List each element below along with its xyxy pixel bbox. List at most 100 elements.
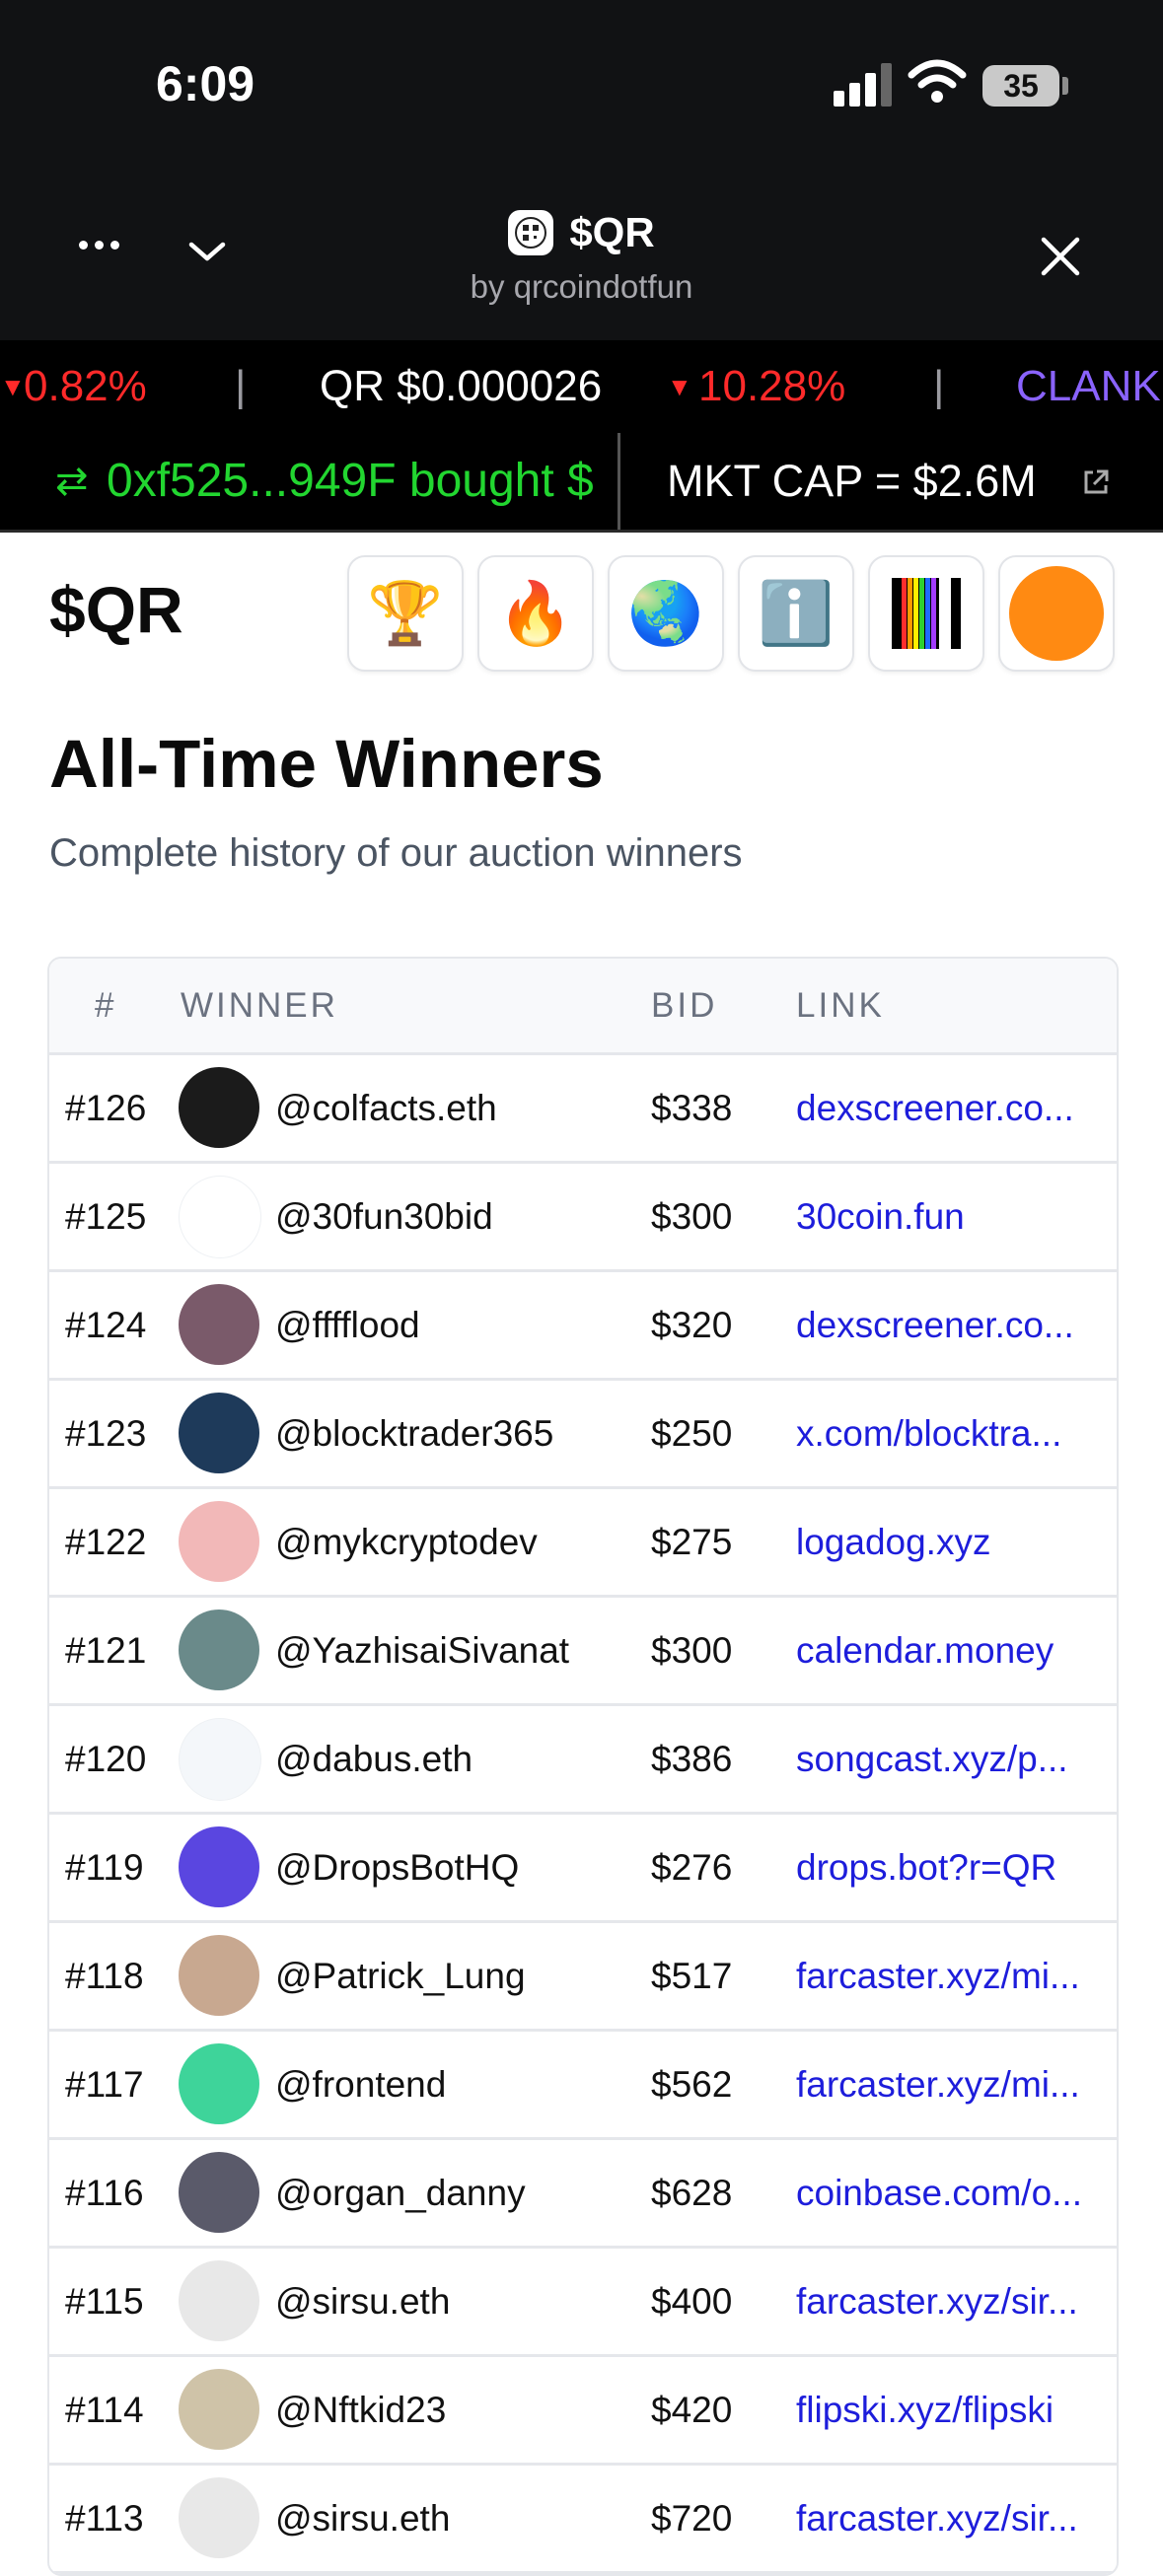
table-row[interactable]: #124 @fffflood $320 dexscreener.co... xyxy=(49,1272,1117,1381)
winner-link[interactable]: flipski.xyz/flipski xyxy=(796,2390,1054,2431)
bid-amount: $628 xyxy=(651,2173,733,2213)
fire-icon: 🔥 xyxy=(497,579,574,648)
winner-name[interactable]: @frontend xyxy=(275,2064,446,2106)
bid-amount: $338 xyxy=(651,1088,733,1128)
column-header-winner: WINNER xyxy=(181,986,338,1025)
winner-name[interactable]: @Patrick_Lung xyxy=(275,1956,526,1997)
winner-link[interactable]: farcaster.xyz/sir... xyxy=(796,2498,1078,2540)
avatar[interactable] xyxy=(179,1935,259,2016)
color-bars-button[interactable] xyxy=(868,555,984,672)
trade-feed: ⇄ 0xf525...949F bought $ MKT CAP = $2.6M xyxy=(0,433,1163,533)
winner-link[interactable]: dexscreener.co... xyxy=(796,1305,1074,1346)
avatar[interactable] xyxy=(179,1501,259,1582)
avatar[interactable] xyxy=(179,2369,259,2450)
table-body: #126 @colfacts.eth $338 dexscreener.co... #1… xyxy=(49,1055,1117,2574)
winner-link[interactable]: farcaster.xyz/mi... xyxy=(796,1956,1080,1997)
winner-name[interactable]: @30fun30bid xyxy=(275,1196,493,1238)
winner-name[interactable]: @colfacts.eth xyxy=(275,1088,497,1129)
globe-icon: 🌏 xyxy=(627,579,704,648)
winner-name[interactable]: @Nftkid23 xyxy=(275,2390,446,2431)
winner-name[interactable]: @fffflood xyxy=(275,1305,420,1346)
bid-amount: $386 xyxy=(651,1739,733,1779)
row-number: #115 xyxy=(65,2281,144,2322)
winner-name[interactable]: @organ_danny xyxy=(275,2173,526,2214)
winner-name[interactable]: @DropsBotHQ xyxy=(275,1847,519,1889)
trophy-button[interactable]: 🏆 xyxy=(347,555,464,672)
app-title-wrap: $QR xyxy=(0,209,1163,256)
winner-link[interactable]: farcaster.xyz/sir... xyxy=(796,2281,1078,2323)
avatar[interactable] xyxy=(179,1826,259,1907)
table-row[interactable]: #119 @DropsBotHQ $276 drops.bot?r=QR xyxy=(49,1815,1117,1923)
table-row[interactable]: #121 @YazhisaiSivanat $300 calendar.money xyxy=(49,1598,1117,1706)
top-bar: 6:09 35 $QR by qrcoindotfun xyxy=(0,0,1163,340)
table-row[interactable]: #122 @mykcryptodev $275 logadog.xyz xyxy=(49,1489,1117,1598)
bid-amount: $562 xyxy=(651,2064,733,2105)
fire-button[interactable]: 🔥 xyxy=(477,555,594,672)
table-row[interactable]: #118 @Patrick_Lung $517 farcaster.xyz/mi... xyxy=(49,1923,1117,2032)
bid-amount: $275 xyxy=(651,1522,733,1562)
table-row[interactable]: #126 @colfacts.eth $338 dexscreener.co... xyxy=(49,1055,1117,1164)
ticker-separator: | xyxy=(235,362,247,410)
close-icon[interactable] xyxy=(1036,232,1085,281)
info-button[interactable]: ℹ️ xyxy=(738,555,854,672)
bid-amount: $300 xyxy=(651,1196,733,1237)
page-title: All-Time Winners xyxy=(49,726,604,802)
winner-link[interactable]: drops.bot?r=QR xyxy=(796,1847,1056,1889)
winner-name[interactable]: @blocktrader365 xyxy=(275,1413,553,1455)
table-row[interactable]: #116 @organ_danny $628 coinbase.com/o... xyxy=(49,2140,1117,2249)
avatar[interactable] xyxy=(179,1176,261,1258)
table-row[interactable]: #117 @frontend $562 farcaster.xyz/mi... xyxy=(49,2032,1117,2140)
winner-link[interactable]: coinbase.com/o... xyxy=(796,2173,1082,2214)
bid-amount: $517 xyxy=(651,1956,733,1996)
row-number: #116 xyxy=(65,2173,144,2213)
winner-link[interactable]: songcast.xyz/p... xyxy=(796,1739,1068,1780)
qr-logo-icon xyxy=(508,210,554,255)
avatar[interactable] xyxy=(179,2043,259,2124)
market-cap[interactable]: MKT CAP = $2.6M xyxy=(667,433,1037,530)
avatar[interactable] xyxy=(179,2260,259,2341)
avatar[interactable] xyxy=(179,2477,259,2558)
table-row[interactable]: #123 @blocktrader365 $250 x.com/blocktra... xyxy=(49,1381,1117,1489)
winner-name[interactable]: @mykcryptodev xyxy=(275,1522,538,1563)
winner-link[interactable]: x.com/blocktra... xyxy=(796,1413,1061,1455)
winners-table: # WINNER BID LINK #126 @colfacts.eth $338 d… xyxy=(47,957,1119,2576)
avatar[interactable] xyxy=(179,1718,261,1801)
row-number: #121 xyxy=(65,1630,147,1671)
ticker-change: 10.28% xyxy=(698,362,846,410)
avatar[interactable] xyxy=(179,2152,259,2233)
external-link-icon[interactable] xyxy=(1080,466,1112,498)
table-row[interactable]: #125 @30fun30bid $300 30coin.fun xyxy=(49,1164,1117,1272)
row-number: #119 xyxy=(65,1847,144,1888)
avatar[interactable] xyxy=(179,1610,259,1690)
ticker-arrow-down-icon: ▼ xyxy=(0,372,26,401)
bid-amount: $320 xyxy=(651,1305,733,1345)
row-number: #123 xyxy=(65,1413,147,1454)
winner-link[interactable]: dexscreener.co... xyxy=(796,1088,1074,1129)
ticker-change: 0.82% xyxy=(24,362,147,410)
winner-name[interactable]: @dabus.eth xyxy=(275,1739,472,1780)
bid-amount: $400 xyxy=(651,2281,733,2322)
table-row[interactable]: #114 @Nftkid23 $420 flipski.xyz/flipski xyxy=(49,2357,1117,2466)
color-bars-icon xyxy=(892,578,961,649)
winner-link[interactable]: logadog.xyz xyxy=(796,1522,990,1563)
bid-amount: $720 xyxy=(651,2498,733,2539)
avatar[interactable] xyxy=(179,1284,259,1365)
winner-link[interactable]: 30coin.fun xyxy=(796,1196,965,1238)
globe-button[interactable]: 🌏 xyxy=(608,555,724,672)
row-number: #122 xyxy=(65,1522,147,1562)
column-header-num: # xyxy=(95,986,117,1025)
row-number: #114 xyxy=(65,2390,144,2430)
table-row[interactable]: #120 @dabus.eth $386 songcast.xyz/p... xyxy=(49,1706,1117,1815)
winner-link[interactable]: farcaster.xyz/mi... xyxy=(796,2064,1080,2106)
info-icon: ℹ️ xyxy=(758,579,835,648)
orange-circle-button[interactable] xyxy=(998,555,1115,672)
winner-name[interactable]: @YazhisaiSivanat xyxy=(275,1630,569,1672)
battery-icon: 35 xyxy=(982,65,1059,107)
winner-name[interactable]: @sirsu.eth xyxy=(275,2498,450,2540)
avatar[interactable] xyxy=(179,1393,259,1473)
winner-link[interactable]: calendar.money xyxy=(796,1630,1054,1672)
winner-name[interactable]: @sirsu.eth xyxy=(275,2281,450,2323)
table-row[interactable]: #115 @sirsu.eth $400 farcaster.xyz/sir... xyxy=(49,2249,1117,2357)
table-row[interactable]: #113 @sirsu.eth $720 farcaster.xyz/sir... xyxy=(49,2466,1117,2574)
avatar[interactable] xyxy=(179,1067,259,1148)
